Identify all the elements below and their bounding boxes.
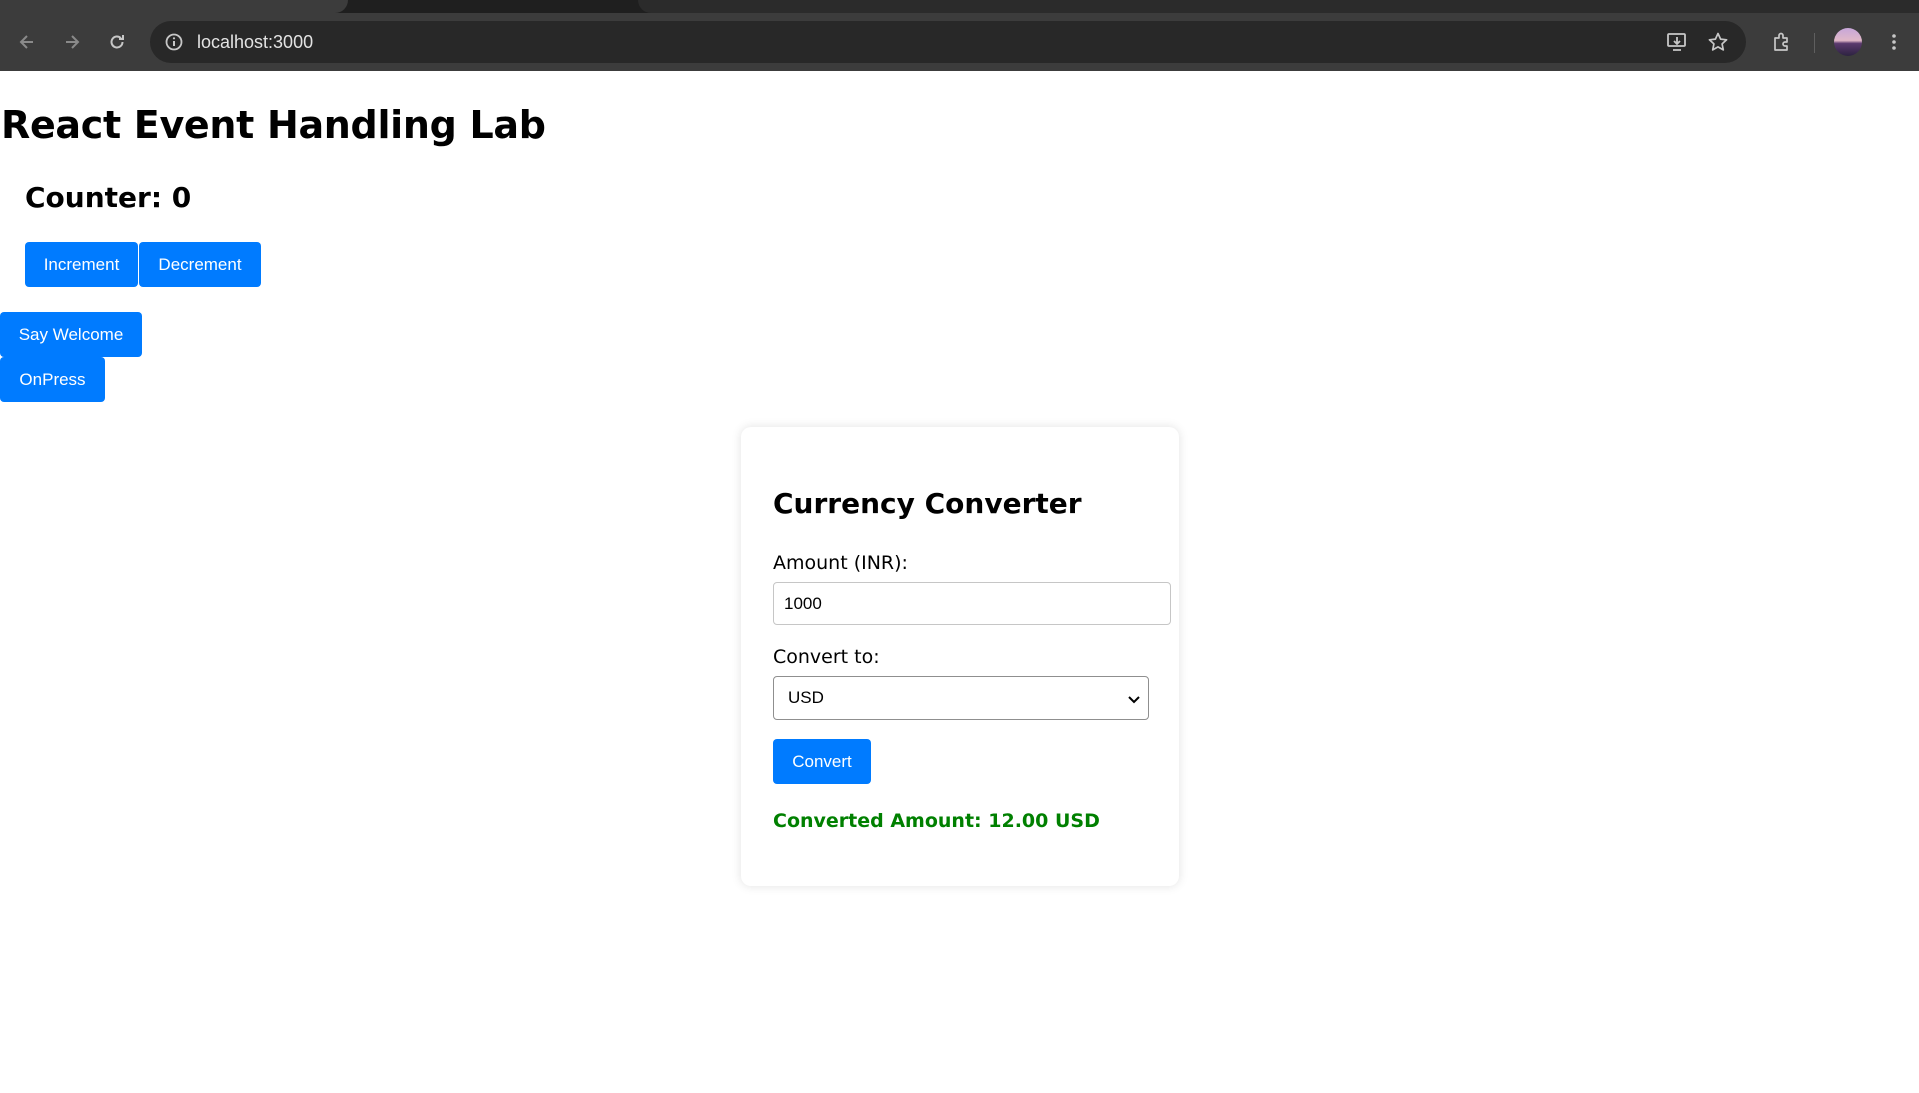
page-title: React Event Handling Lab [1, 103, 546, 147]
back-arrow-icon[interactable] [10, 25, 44, 59]
forward-arrow-icon[interactable] [55, 25, 89, 59]
convert-button[interactable]: Convert [773, 739, 871, 784]
selected-currency: USD [788, 688, 824, 707]
say-welcome-button[interactable]: Say Welcome [0, 312, 142, 357]
onpress-button[interactable]: OnPress [0, 357, 105, 402]
bookmark-star-icon[interactable] [1706, 30, 1730, 54]
amount-input[interactable] [773, 582, 1171, 625]
browser-chrome: localhost:3000 [0, 0, 1919, 71]
decrement-button[interactable]: Decrement [139, 242, 261, 287]
increment-button[interactable]: Increment [25, 242, 138, 287]
toolbar-divider [1814, 33, 1815, 53]
tab-strip [0, 0, 1919, 13]
reload-icon[interactable] [100, 25, 134, 59]
extensions-icon[interactable] [1765, 25, 1799, 59]
active-tab[interactable] [0, 0, 348, 13]
counter-display: Counter: 0 [25, 181, 192, 214]
inactive-tab-area[interactable] [638, 0, 1919, 13]
url-text[interactable]: localhost:3000 [197, 32, 313, 53]
currency-select[interactable]: USD [773, 676, 1149, 720]
converted-amount-result: Converted Amount: 12.00 USD [773, 810, 1100, 832]
menu-dots-icon[interactable] [1877, 25, 1911, 59]
convert-to-label: Convert to: [773, 646, 880, 668]
address-bar[interactable]: localhost:3000 [150, 21, 1746, 63]
profile-avatar[interactable] [1834, 28, 1862, 56]
converter-heading: Currency Converter [773, 487, 1082, 520]
browser-toolbar: localhost:3000 [0, 13, 1919, 71]
chevron-down-icon [1128, 696, 1140, 704]
currency-converter-card: Currency Converter Amount (INR): Convert… [741, 427, 1179, 886]
amount-label: Amount (INR): [773, 552, 908, 574]
install-app-icon[interactable] [1665, 30, 1689, 54]
site-info-icon[interactable] [162, 30, 186, 54]
page-content: React Event Handling Lab Counter: 0 Incr… [0, 71, 1919, 1093]
